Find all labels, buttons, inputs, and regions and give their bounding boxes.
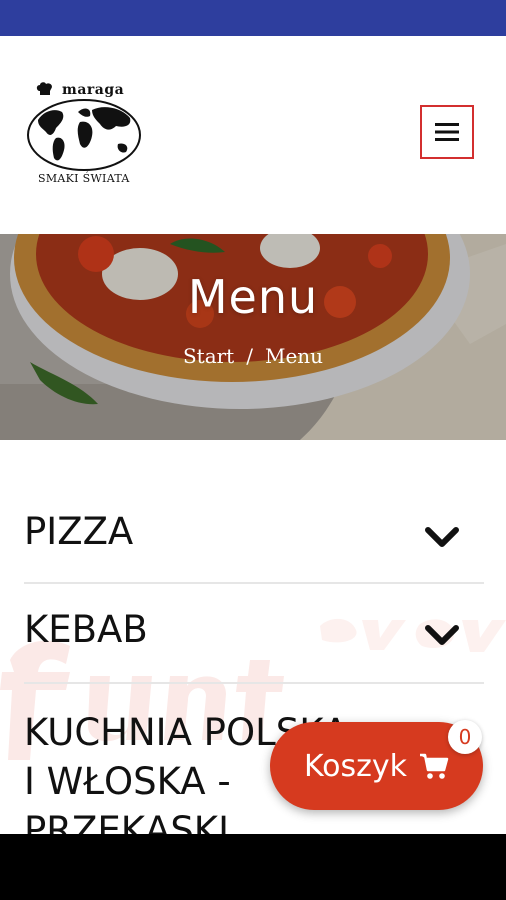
hamburger-icon <box>435 123 459 141</box>
breadcrumb-start-link[interactable]: Start <box>183 344 234 368</box>
status-bar <box>0 0 506 36</box>
page-title: Menu <box>187 270 319 324</box>
menu-toggle-button[interactable] <box>420 105 474 159</box>
category-label-pizza: PIZZA <box>24 510 134 553</box>
globe-icon <box>27 99 141 171</box>
brand-name: maraga <box>62 82 125 98</box>
breadcrumb-separator: / <box>246 344 253 368</box>
system-navigation-bar <box>0 834 506 900</box>
site-header: maraga SMAKI ŚWIATA <box>0 36 506 234</box>
category-label-line: PRZEKĄSKI <box>24 809 229 834</box>
chevron-down-icon[interactable] <box>424 624 460 648</box>
chevron-down-icon[interactable] <box>424 526 460 550</box>
breadcrumb: Start / Menu <box>0 344 506 368</box>
hero-banner: Menu Start / Menu <box>0 234 506 440</box>
brand-logo[interactable]: maraga SMAKI ŚWIATA <box>24 78 146 193</box>
breadcrumb-current: Menu <box>264 344 324 368</box>
chef-hat-icon <box>36 82 52 95</box>
cart-label: Koszyk <box>303 748 408 784</box>
cart-count-badge: 0 <box>448 720 482 754</box>
pizza-hero-image <box>0 234 506 440</box>
brand-tagline: SMAKI ŚWIATA <box>38 172 130 185</box>
cart-icon <box>420 753 449 779</box>
category-label-kebab: KEBAB <box>24 608 148 651</box>
